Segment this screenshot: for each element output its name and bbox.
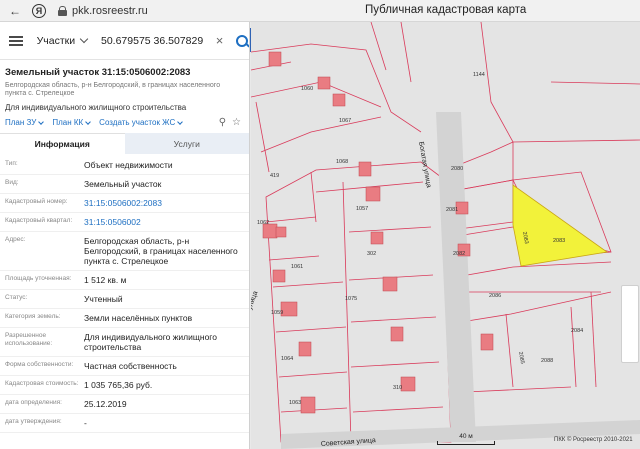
attribute-value: 1 035 765,36 руб.	[84, 380, 153, 390]
attribute-key: Кадастровый квартал:	[5, 217, 73, 224]
attribute-value[interactable]: 31:15:0506002:2083	[84, 198, 249, 208]
attribute-value: Частная собственность	[84, 361, 177, 371]
page-title: Публичная кадастровая карта	[365, 4, 527, 16]
svg-text:1060: 1060	[301, 86, 313, 92]
attribute-row: Кадастровая стоимость: 1 035 765,36 руб.	[0, 376, 249, 395]
svg-text:2086: 2086	[489, 293, 501, 299]
layers-search-icon[interactable]: ⚲	[219, 117, 226, 128]
attribute-row: дата определения: 25.12.2019	[0, 395, 249, 414]
attribute-key: дата определения:	[5, 399, 62, 406]
attribute-row: Кадастровый квартал: 31:15:0506002	[0, 213, 249, 232]
search-input[interactable]: 50.679575 36.507829	[101, 35, 216, 47]
attribute-key: Кадастровая стоимость:	[5, 380, 79, 387]
svg-text:1068: 1068	[336, 159, 348, 165]
attribute-row: Адрес: Белгородская область, р-н Белгород…	[0, 232, 249, 271]
attribute-row: Тип: Объект недвижимости	[0, 156, 249, 175]
svg-text:1144: 1144	[473, 72, 485, 78]
svg-text:1059: 1059	[271, 310, 283, 316]
parcel-address: Белгородская область, р-н Белгородский, …	[5, 82, 221, 97]
attribute-value: Для индивидуального жилищного строительс…	[84, 332, 217, 352]
lock-icon	[58, 5, 67, 16]
url-text: pkk.rosreestr.ru	[72, 4, 148, 17]
attribute-row: Кадастровый номер: 31:15:0506002:2083	[0, 194, 249, 213]
info-sidebar: Участки 50.679575 36.507829 × Земельный …	[0, 22, 250, 449]
parcel-title: Земельный участок 31:15:0506002:2083	[5, 67, 191, 78]
svg-text:2082: 2082	[453, 251, 465, 257]
parcel-use: Для индивидуального жилищного строительс…	[5, 103, 187, 112]
svg-text:2088: 2088	[541, 358, 553, 364]
search-mode-select[interactable]: Участки	[37, 35, 95, 47]
search-bar: Участки 50.679575 36.507829 ×	[0, 22, 249, 60]
attribute-value[interactable]: 31:15:0506002	[84, 217, 249, 227]
info-tabs: Информация Услуги	[0, 133, 249, 154]
svg-text:1075: 1075	[345, 296, 357, 302]
attribute-key: Кадастровый номер:	[5, 198, 68, 205]
attribute-row: дата утверждения: -	[0, 414, 249, 433]
attribute-key: Вид:	[5, 179, 19, 186]
attribute-key: Адрес:	[5, 236, 26, 243]
map-scale: 40 м	[437, 433, 495, 445]
scale-bar	[437, 441, 495, 445]
attribute-key: Разрешенное использование:	[5, 332, 53, 347]
attribute-value: Земельный участок	[84, 179, 162, 189]
attribute-row: Разрешенное использование: Для индивидуал…	[0, 328, 249, 357]
chevron-down-icon	[79, 34, 89, 44]
search-icon[interactable]	[235, 34, 249, 48]
attribute-row: Категория земель: Земли населённых пункто…	[0, 309, 249, 328]
svg-text:302: 302	[367, 251, 376, 257]
svg-text:1061: 1061	[291, 264, 303, 270]
attribute-key: Категория земель:	[5, 313, 61, 320]
svg-text:1062: 1062	[257, 220, 269, 226]
yandex-icon[interactable]: Я	[30, 2, 48, 20]
address-bar[interactable]: pkk.rosreestr.ru	[58, 5, 148, 17]
attribute-value: Объект недвижимости	[84, 160, 173, 170]
tab-services[interactable]: Услуги	[124, 133, 249, 154]
attribute-row: Форма собственности: Частная собственност…	[0, 357, 249, 376]
attribute-table: Тип: Объект недвижимости Вид: Земельный уча…	[0, 156, 249, 433]
close-icon[interactable]: ×	[216, 33, 230, 48]
map-zoom-control[interactable]	[621, 285, 639, 363]
svg-text:2081: 2081	[446, 207, 458, 213]
attribute-value: Учтенный	[84, 294, 123, 304]
svg-text:310: 310	[393, 385, 402, 391]
attribute-key: Тип:	[5, 160, 18, 167]
attribute-value: -	[84, 418, 87, 428]
map-copyright: ПКК © Росреестр 2010-2021	[554, 437, 633, 443]
svg-text:2080: 2080	[451, 166, 463, 172]
back-arrow-icon[interactable]: ←	[6, 2, 24, 20]
browser-toolbar: ← Я pkk.rosreestr.ru Публичная кадастров…	[0, 0, 640, 22]
attribute-row: Статус: Учтенный	[0, 290, 249, 309]
svg-text:1057: 1057	[356, 206, 368, 212]
svg-text:1067: 1067	[339, 118, 351, 124]
svg-text:419: 419	[270, 173, 279, 179]
attribute-key: Площадь уточненная:	[5, 275, 72, 282]
plan-kk-link[interactable]: План КК	[52, 118, 92, 127]
svg-text:1064: 1064	[281, 356, 293, 362]
attribute-row: Площадь уточненная: 1 512 кв. м	[0, 271, 249, 290]
tab-info[interactable]: Информация	[0, 133, 125, 154]
attribute-key: Форма собственности:	[5, 361, 74, 368]
attribute-value: Белгородская область, р-н Белгородский, …	[84, 236, 238, 266]
menu-icon[interactable]	[9, 34, 23, 48]
attribute-value: Земли населённых пунктов	[84, 313, 193, 323]
attribute-row: Вид: Земельный участок	[0, 175, 249, 194]
search-mode-label: Участки	[36, 34, 76, 47]
parcel-links: План ЗУ План КК Создать участок ЖС ⚲ ☆	[5, 117, 249, 128]
map-canvas[interactable]: 1060 1067 1068 1057 1062 302 1061 1075 1…	[251, 22, 640, 449]
svg-text:2083: 2083	[553, 238, 565, 244]
svg-text:2084: 2084	[571, 328, 583, 334]
attribute-key: дата утверждения:	[5, 418, 62, 425]
plan-zu-link[interactable]: План ЗУ	[5, 118, 45, 127]
cadastral-map[interactable]: 1060 1067 1068 1057 1062 302 1061 1075 1…	[251, 22, 640, 449]
create-parcel-link[interactable]: Создать участок ЖС	[99, 118, 184, 127]
scale-label: 40 м	[459, 433, 473, 440]
star-icon[interactable]: ☆	[232, 117, 241, 128]
svg-text:1063: 1063	[289, 400, 301, 406]
attribute-value: 1 512 кв. м	[84, 275, 127, 285]
attribute-key: Статус:	[5, 294, 28, 301]
attribute-value: 25.12.2019	[84, 399, 127, 409]
